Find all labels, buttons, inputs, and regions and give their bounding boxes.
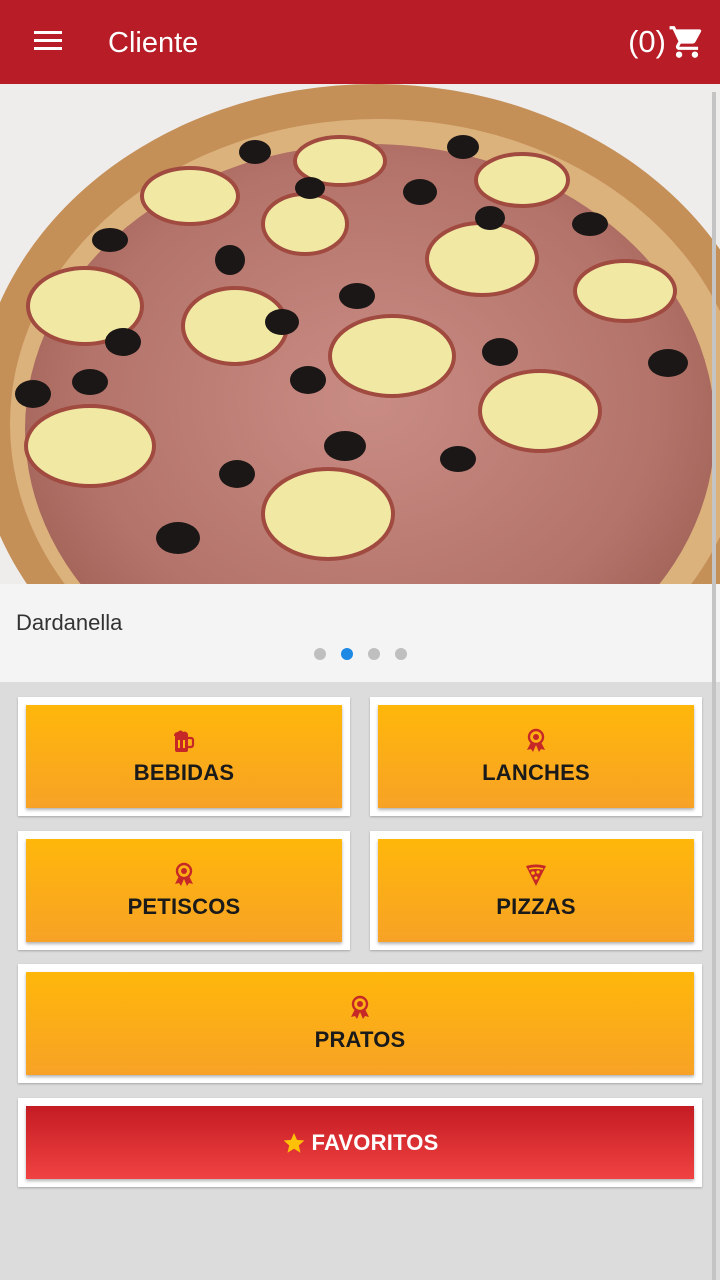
category-label: PETISCOS <box>127 893 241 919</box>
product-carousel[interactable]: Dardanella <box>0 84 720 682</box>
carousel-dot-3[interactable] <box>367 648 380 660</box>
category-button-petiscos[interactable]: PETISCOS <box>26 839 342 942</box>
shopping-cart-icon <box>669 26 702 58</box>
favorites-button[interactable]: FAVORITOS <box>26 1106 694 1179</box>
carousel-dot-4[interactable] <box>394 648 407 660</box>
award-ribbon-icon <box>175 862 193 886</box>
category-button-bebidas[interactable]: BEBIDAS <box>26 705 342 808</box>
scrollbar[interactable] <box>712 92 716 1280</box>
star-icon <box>283 1132 304 1153</box>
category-tile-pizzas: PIZZAS <box>370 831 702 950</box>
menu-button[interactable] <box>30 28 66 56</box>
beer-mug-icon <box>174 730 195 752</box>
category-label: PRATOS <box>314 1026 406 1052</box>
category-label: BEBIDAS <box>133 759 235 785</box>
favorites-label: FAVORITOS <box>311 1129 439 1155</box>
category-label: LANCHES <box>482 759 590 785</box>
award-ribbon-icon <box>527 728 545 752</box>
category-tile-bebidas: BEBIDAS <box>18 697 350 816</box>
cart-count: (0) <box>628 24 666 59</box>
carousel-dot-1[interactable] <box>313 648 326 660</box>
category-tile-lanches: LANCHES <box>370 697 702 816</box>
app-bar: Cliente (0) <box>0 0 720 84</box>
category-button-pratos[interactable]: PRATOS <box>26 972 694 1075</box>
award-ribbon-icon <box>351 995 369 1019</box>
cart-button[interactable]: (0) <box>628 22 706 62</box>
category-label: PIZZAS <box>496 893 576 919</box>
hamburger-menu-icon <box>34 31 62 50</box>
carousel-caption: Dardanella <box>0 584 720 682</box>
category-button-pizzas[interactable]: PIZZAS <box>378 839 694 942</box>
favorites-tile: FAVORITOS <box>18 1098 702 1187</box>
pizza-photo <box>0 84 720 584</box>
pizza-slice-icon <box>526 864 546 886</box>
category-tile-petiscos: PETISCOS <box>18 831 350 950</box>
category-button-lanches[interactable]: LANCHES <box>378 705 694 808</box>
carousel-pagination <box>0 648 720 660</box>
category-tile-pratos: PRATOS <box>18 964 702 1083</box>
product-name: Dardanella <box>16 610 123 635</box>
carousel-dot-2[interactable] <box>340 648 353 660</box>
page-title: Cliente <box>108 27 199 59</box>
